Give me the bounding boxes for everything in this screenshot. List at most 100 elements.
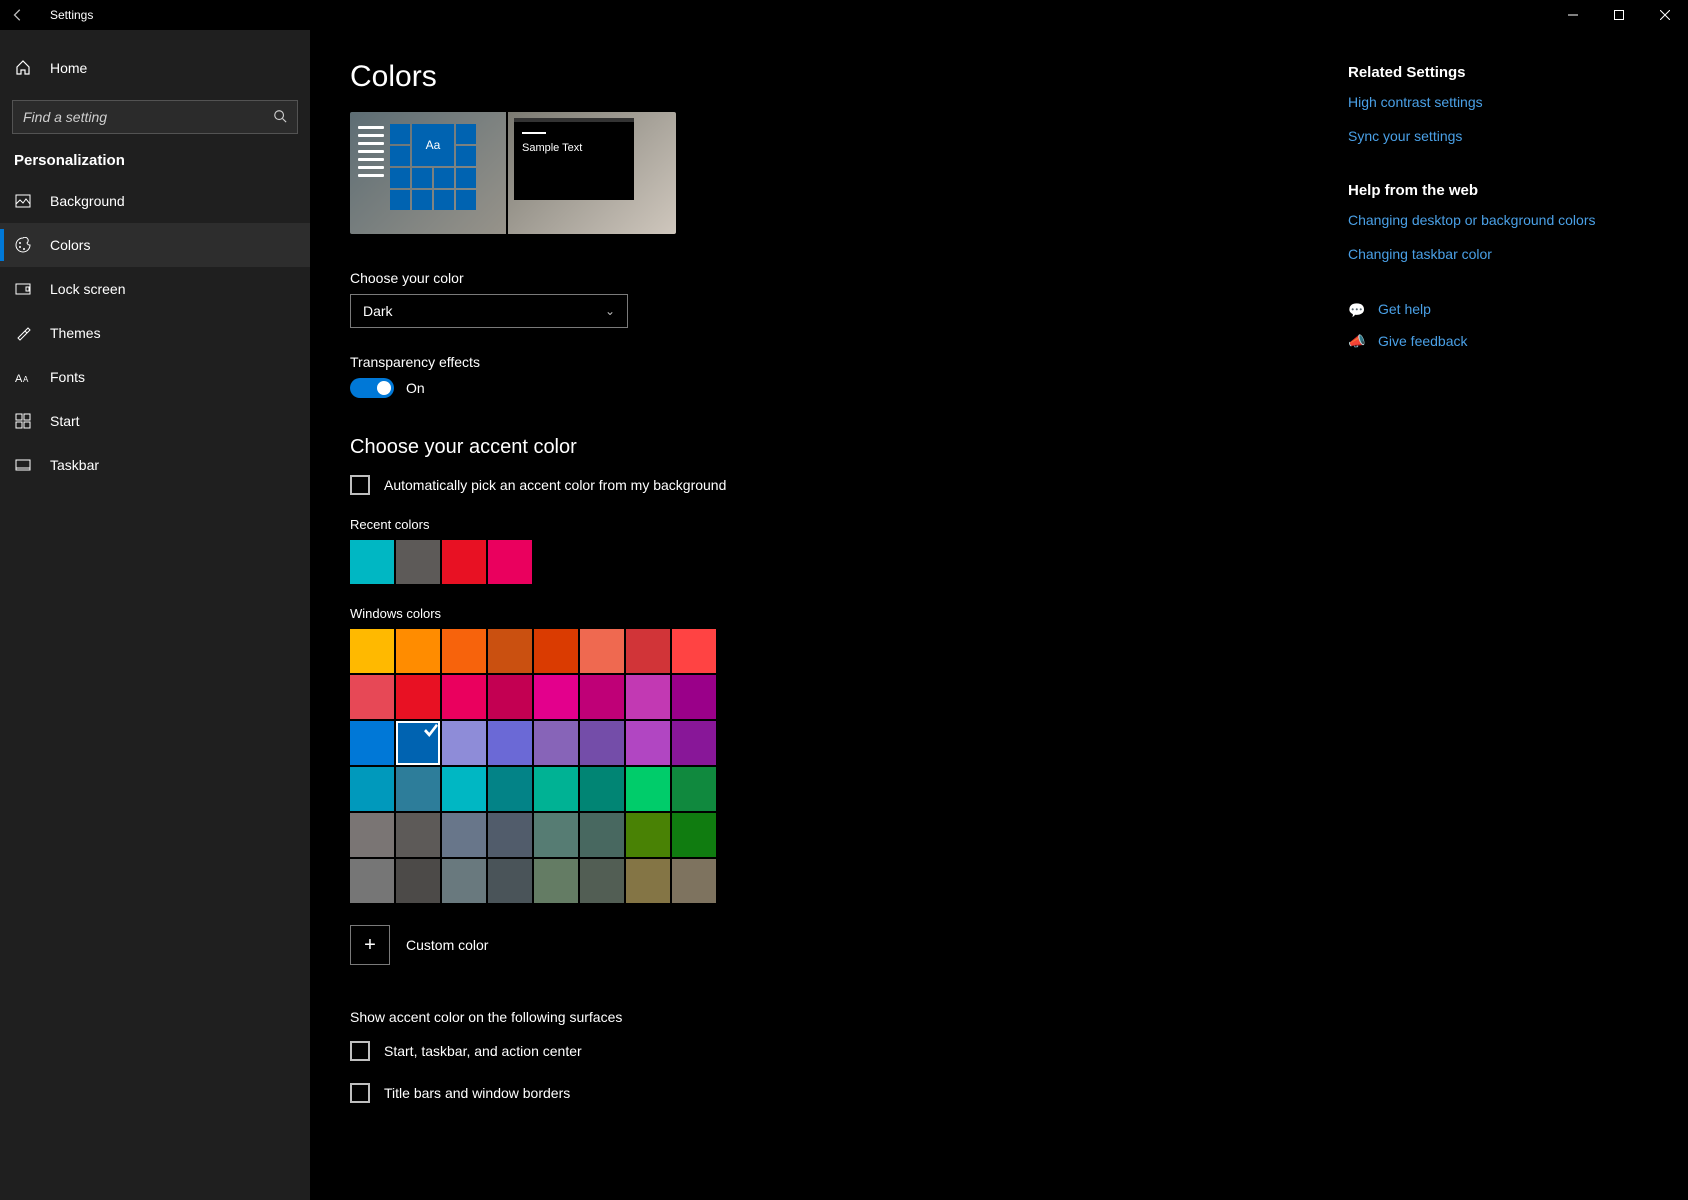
windows-color-swatch[interactable]	[580, 859, 624, 903]
windows-color-swatch[interactable]	[350, 813, 394, 857]
windows-colors-grid	[350, 629, 720, 903]
color-mode-value: Dark	[363, 303, 393, 319]
sidebar-item-lockscreen[interactable]: Lock screen	[0, 267, 310, 311]
sidebar-category: Personalization	[0, 134, 310, 179]
accent-heading: Choose your accent color	[350, 436, 1170, 459]
windows-color-swatch[interactable]	[580, 629, 624, 673]
sidebar-item-background[interactable]: Background	[0, 179, 310, 223]
windows-color-swatch[interactable]	[396, 813, 440, 857]
windows-color-swatch[interactable]	[350, 859, 394, 903]
windows-color-swatch[interactable]	[672, 813, 716, 857]
windows-color-swatch[interactable]	[672, 767, 716, 811]
nav-label: Lock screen	[50, 281, 125, 297]
recent-colors-grid	[350, 540, 718, 584]
recent-color-swatch[interactable]	[442, 540, 486, 584]
windows-color-swatch[interactable]	[442, 721, 486, 765]
link-high-contrast[interactable]: High contrast settings	[1348, 93, 1648, 113]
windows-color-swatch[interactable]	[396, 675, 440, 719]
windows-color-swatch[interactable]	[442, 859, 486, 903]
link-get-help[interactable]: Get help	[1378, 300, 1431, 320]
color-mode-dropdown[interactable]: Dark ⌄	[350, 294, 628, 328]
link-help-bg-colors[interactable]: Changing desktop or background colors	[1348, 211, 1648, 231]
sidebar-item-fonts[interactable]: AA Fonts	[0, 355, 310, 399]
windows-color-swatch[interactable]	[626, 813, 670, 857]
windows-color-swatch[interactable]	[626, 859, 670, 903]
windows-color-swatch[interactable]	[580, 813, 624, 857]
custom-color-button[interactable]: +	[350, 925, 390, 965]
custom-color-label: Custom color	[406, 937, 488, 953]
link-help-taskbar-color[interactable]: Changing taskbar color	[1348, 245, 1648, 265]
windows-color-swatch[interactable]	[488, 813, 532, 857]
recent-color-swatch[interactable]	[488, 540, 532, 584]
windows-color-swatch[interactable]	[350, 675, 394, 719]
link-give-feedback[interactable]: Give feedback	[1378, 332, 1468, 352]
choose-color-label: Choose your color	[350, 270, 1170, 286]
sidebar-item-colors[interactable]: Colors	[0, 223, 310, 267]
preview-sample-text: Sample Text	[522, 142, 582, 154]
windows-color-swatch[interactable]	[488, 767, 532, 811]
windows-color-swatch[interactable]	[626, 675, 670, 719]
windows-color-swatch[interactable]	[488, 859, 532, 903]
recent-color-swatch[interactable]	[350, 540, 394, 584]
windows-color-swatch[interactable]	[442, 629, 486, 673]
windows-color-swatch[interactable]	[580, 767, 624, 811]
windows-color-swatch[interactable]	[442, 813, 486, 857]
recent-color-swatch[interactable]	[396, 540, 440, 584]
chevron-down-icon: ⌄	[605, 304, 615, 318]
transparency-value: On	[406, 380, 425, 396]
windows-color-swatch[interactable]	[626, 721, 670, 765]
windows-color-swatch[interactable]	[626, 767, 670, 811]
sidebar-home[interactable]: Home	[0, 46, 310, 90]
windows-color-swatch[interactable]	[534, 675, 578, 719]
windows-color-swatch[interactable]	[350, 629, 394, 673]
search-input[interactable]	[23, 109, 273, 125]
surface-start-checkbox[interactable]	[350, 1041, 370, 1061]
windows-color-swatch[interactable]	[396, 629, 440, 673]
search-icon	[273, 109, 287, 126]
taskbar-icon	[14, 457, 32, 473]
preview-start: Aa	[350, 112, 506, 234]
search-box[interactable]	[12, 100, 298, 134]
nav-label: Background	[50, 193, 125, 209]
surface-titlebar-checkbox[interactable]	[350, 1083, 370, 1103]
windows-color-swatch[interactable]	[672, 629, 716, 673]
windows-color-swatch[interactable]	[396, 767, 440, 811]
get-help-icon: 💬	[1348, 302, 1366, 319]
windows-color-swatch[interactable]	[672, 675, 716, 719]
lockscreen-icon	[14, 281, 32, 297]
windows-color-swatch[interactable]	[580, 675, 624, 719]
windows-color-swatch[interactable]	[488, 675, 532, 719]
windows-color-swatch[interactable]	[626, 629, 670, 673]
sidebar-item-start[interactable]: Start	[0, 399, 310, 443]
windows-color-swatch[interactable]	[534, 813, 578, 857]
windows-color-swatch[interactable]	[488, 721, 532, 765]
nav-label: Start	[50, 413, 80, 429]
windows-color-swatch[interactable]	[534, 721, 578, 765]
windows-color-swatch[interactable]	[580, 721, 624, 765]
windows-color-swatch[interactable]	[350, 767, 394, 811]
windows-color-swatch[interactable]	[534, 629, 578, 673]
windows-color-swatch[interactable]	[442, 767, 486, 811]
nav-label: Fonts	[50, 369, 85, 385]
back-button[interactable]	[8, 5, 28, 25]
link-sync-settings[interactable]: Sync your settings	[1348, 127, 1648, 147]
close-button[interactable]	[1642, 0, 1688, 30]
sidebar-item-themes[interactable]: Themes	[0, 311, 310, 355]
windows-color-swatch[interactable]	[672, 859, 716, 903]
auto-pick-checkbox[interactable]	[350, 475, 370, 495]
themes-icon	[14, 325, 32, 341]
windows-color-swatch[interactable]	[396, 859, 440, 903]
windows-color-swatch[interactable]	[350, 721, 394, 765]
maximize-button[interactable]	[1596, 0, 1642, 30]
windows-color-swatch[interactable]	[672, 721, 716, 765]
windows-color-swatch[interactable]	[534, 859, 578, 903]
transparency-label: Transparency effects	[350, 354, 1170, 370]
minimize-button[interactable]	[1550, 0, 1596, 30]
sidebar-item-taskbar[interactable]: Taskbar	[0, 443, 310, 487]
windows-color-swatch[interactable]	[442, 675, 486, 719]
windows-color-swatch[interactable]	[488, 629, 532, 673]
windows-color-swatch[interactable]	[396, 721, 440, 765]
colors-icon	[14, 237, 32, 253]
transparency-toggle[interactable]	[350, 378, 394, 398]
windows-color-swatch[interactable]	[534, 767, 578, 811]
